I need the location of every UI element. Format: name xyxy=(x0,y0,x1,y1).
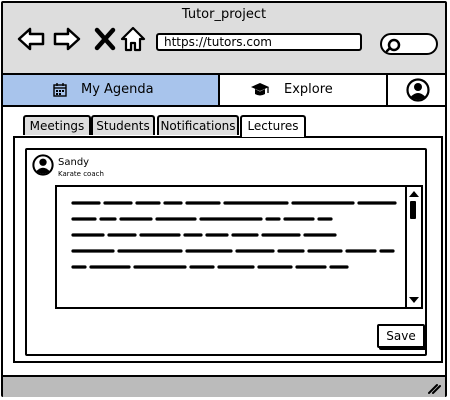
tab-students[interactable]: Students xyxy=(91,115,155,135)
tab-lectures[interactable]: Lectures xyxy=(240,115,306,137)
search-button[interactable] xyxy=(380,33,438,55)
author-name: Sandy xyxy=(58,157,90,168)
user-profile-button[interactable] xyxy=(388,75,445,105)
placeholder-text-scribble xyxy=(71,201,397,269)
url-input[interactable]: https://tutors.com xyxy=(156,33,362,51)
tab-panel-lectures: Sandy Karate coach Save xyxy=(13,136,443,363)
author-avatar-icon xyxy=(32,154,54,176)
menu-item-explore[interactable]: Explore xyxy=(220,75,388,105)
tabs-container: Meetings Students Notifications Lectures… xyxy=(9,115,443,363)
user-avatar-icon xyxy=(406,78,430,102)
window-title: Tutor_project xyxy=(181,7,267,22)
browser-window: Tutor_project https://tutors.com My Agen… xyxy=(1,1,447,397)
lecture-card: Sandy Karate coach Save xyxy=(25,148,427,356)
lecture-text-area[interactable] xyxy=(55,185,423,309)
search-icon xyxy=(385,38,401,53)
tab-notifications[interactable]: Notifications xyxy=(157,115,239,135)
save-button[interactable]: Save xyxy=(377,324,425,348)
main-menu: My Agenda Explore xyxy=(3,73,445,107)
graduation-cap-icon xyxy=(251,83,269,96)
close-icon[interactable] xyxy=(91,25,119,53)
scroll-thumb[interactable] xyxy=(410,201,416,219)
menu-item-label: My Agenda xyxy=(81,82,154,97)
forward-arrow-icon[interactable] xyxy=(53,25,81,53)
scroll-up-arrow-icon[interactable] xyxy=(408,189,420,199)
home-icon[interactable] xyxy=(119,25,147,53)
back-arrow-icon[interactable] xyxy=(17,25,45,53)
author-role: Karate coach xyxy=(58,170,104,178)
status-bar xyxy=(3,375,445,397)
menu-item-my-agenda[interactable]: My Agenda xyxy=(3,75,220,105)
calendar-icon xyxy=(53,83,67,97)
menu-item-label: Explore xyxy=(284,82,333,97)
scroll-down-arrow-icon[interactable] xyxy=(408,295,420,305)
text-scrollbar[interactable] xyxy=(405,187,421,307)
resize-grip-icon[interactable] xyxy=(427,382,441,394)
tab-meetings[interactable]: Meetings xyxy=(23,115,91,135)
title-bar: Tutor_project https://tutors.com xyxy=(3,3,445,73)
